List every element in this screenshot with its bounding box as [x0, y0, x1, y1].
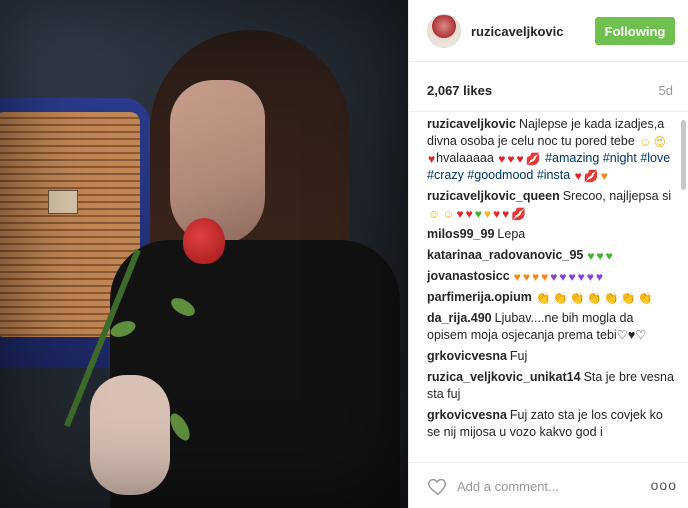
comment-text: hvalaaaaa [436, 151, 498, 165]
comment-username[interactable]: grkovicvesna [427, 408, 507, 422]
comment-username[interactable]: ruzicaveljkovic [427, 117, 516, 131]
emoji-icon: ♥ [513, 270, 521, 284]
emoji-icon: ♥ [465, 207, 473, 221]
comment-footer: ooo [409, 462, 688, 508]
comments-scrollbar[interactable] [681, 120, 686, 190]
emoji-icon: ♥ [600, 169, 608, 183]
emoji-icon: ♥ [605, 249, 613, 263]
emoji-icon: ♥ [550, 270, 558, 284]
comment-username[interactable]: milos99_99 [427, 227, 494, 241]
comment-item: parfimerija.opium 👏 👏 👏 👏 👏 👏 👏 [427, 289, 675, 306]
emoji-icon: 👏 [637, 291, 653, 305]
emoji-icon: ♥ [498, 152, 506, 166]
photo-vignette [0, 0, 408, 508]
comment-username[interactable]: jovanastosicc [427, 269, 510, 283]
hashtag-link[interactable]: #crazy [427, 168, 464, 182]
emoji-icon: 💋 [583, 169, 599, 183]
emoji-icon: ♥ [531, 270, 540, 284]
comment-item: ruzicaveljkovic Najlepse je kada izadjes,… [427, 116, 675, 184]
emoji-icon: ♥ [586, 270, 594, 284]
more-options-icon[interactable]: ooo [651, 477, 677, 493]
emoji-icon: ♥ [456, 207, 464, 221]
emoji-icon: ♥ [474, 207, 482, 221]
emoji-icon: ♥ [595, 270, 603, 284]
emoji-icon: ♥ [502, 207, 510, 221]
comment-item: milos99_99 Lepa [427, 226, 675, 243]
comment-text [570, 168, 573, 182]
emoji-icon: ☺ [442, 207, 455, 221]
post-stats: 2,067 likes 5d [409, 62, 688, 112]
emoji-icon: ♥ [493, 207, 501, 221]
emoji-icon: 👏 [535, 291, 551, 305]
comment-username[interactable]: da_rija.490 [427, 311, 492, 325]
emoji-icon: ♥ [596, 249, 604, 263]
emoji-icon: ♥ [428, 152, 436, 166]
avatar[interactable] [427, 14, 461, 48]
comment-username[interactable]: ruzicaveljkovic_queen [427, 189, 560, 203]
comment-item: grkovicvesna Fuj zato sta je los covjek k… [427, 407, 675, 441]
emoji-icon: ♥ [483, 207, 492, 221]
emoji-icon: 😍 [653, 135, 667, 149]
emoji-icon: 👏 [620, 291, 636, 305]
emoji-icon: ☺ [639, 135, 652, 149]
comment-username[interactable]: katarinaa_radovanovic_95 [427, 248, 583, 262]
add-comment-input[interactable] [457, 475, 647, 497]
emoji-icon: ♥ [559, 270, 567, 284]
emoji-icon: 👏 [603, 291, 619, 305]
comment-item: jovanastosicc ♥ ♥ ♥ ♥ ♥ ♥ ♥ ♥ ♥ ♥ [427, 268, 675, 285]
emoji-icon: ♥ [587, 249, 595, 263]
hashtag-link[interactable]: #night [599, 151, 637, 165]
heart-icon[interactable] [427, 475, 449, 497]
comment-item: grkovicvesna Fuj [427, 348, 675, 365]
comment-item: katarinaa_radovanovic_95 ♥ ♥ ♥ [427, 247, 675, 264]
comments-list[interactable]: ruzicaveljkovic Najlepse je kada izadjes,… [409, 112, 688, 462]
emoji-icon: 👏 [586, 291, 602, 305]
emoji-icon: 👏 [552, 291, 568, 305]
emoji-icon: ♥ [522, 270, 530, 284]
emoji-icon: 💋 [525, 152, 541, 166]
comment-text: Srecoo, najljepsa si [562, 189, 672, 203]
post-username[interactable]: ruzicaveljkovic [471, 24, 564, 39]
hashtag-link[interactable]: #amazing [542, 151, 599, 165]
comment-username[interactable]: grkovicvesna [427, 349, 507, 363]
post-side-panel: ruzicaveljkovic Following 2,067 likes 5d… [408, 0, 688, 508]
emoji-icon: ♥ [574, 169, 582, 183]
hashtag-link[interactable]: #insta [533, 168, 570, 182]
comment-item: ruzica_veljkovic_unikat14 Sta je bre vesn… [427, 369, 675, 403]
comment-username[interactable]: ruzica_veljkovic_unikat14 [427, 370, 581, 384]
comment-item: ruzicaveljkovic_queen Srecoo, najljepsa s… [427, 188, 675, 222]
post-age[interactable]: 5d [659, 83, 673, 98]
emoji-icon: 👏 [569, 291, 585, 305]
post-photo[interactable] [0, 0, 408, 508]
emoji-icon: ♥ [516, 152, 524, 166]
emoji-icon: ♥ [507, 152, 515, 166]
comment-item: da_rija.490 Ljubav....ne bih mogla da opi… [427, 310, 675, 344]
emoji-icon: 💋 [511, 207, 527, 221]
following-button[interactable]: Following [595, 17, 675, 45]
emoji-icon: ☺ [428, 207, 441, 221]
hashtag-link[interactable]: #love [637, 151, 670, 165]
hashtag-link[interactable]: #goodmood [464, 168, 533, 182]
emoji-icon: ♥ [541, 270, 549, 284]
likes-count[interactable]: 2,067 likes [427, 83, 492, 98]
comment-text: Lepa [497, 227, 526, 241]
comment-text: Fuj [509, 349, 528, 363]
comment-username[interactable]: parfimerija.opium [427, 290, 532, 304]
emoji-icon: ♥ [577, 270, 585, 284]
emoji-icon: ♥ [568, 270, 576, 284]
post-header: ruzicaveljkovic Following [409, 0, 688, 62]
